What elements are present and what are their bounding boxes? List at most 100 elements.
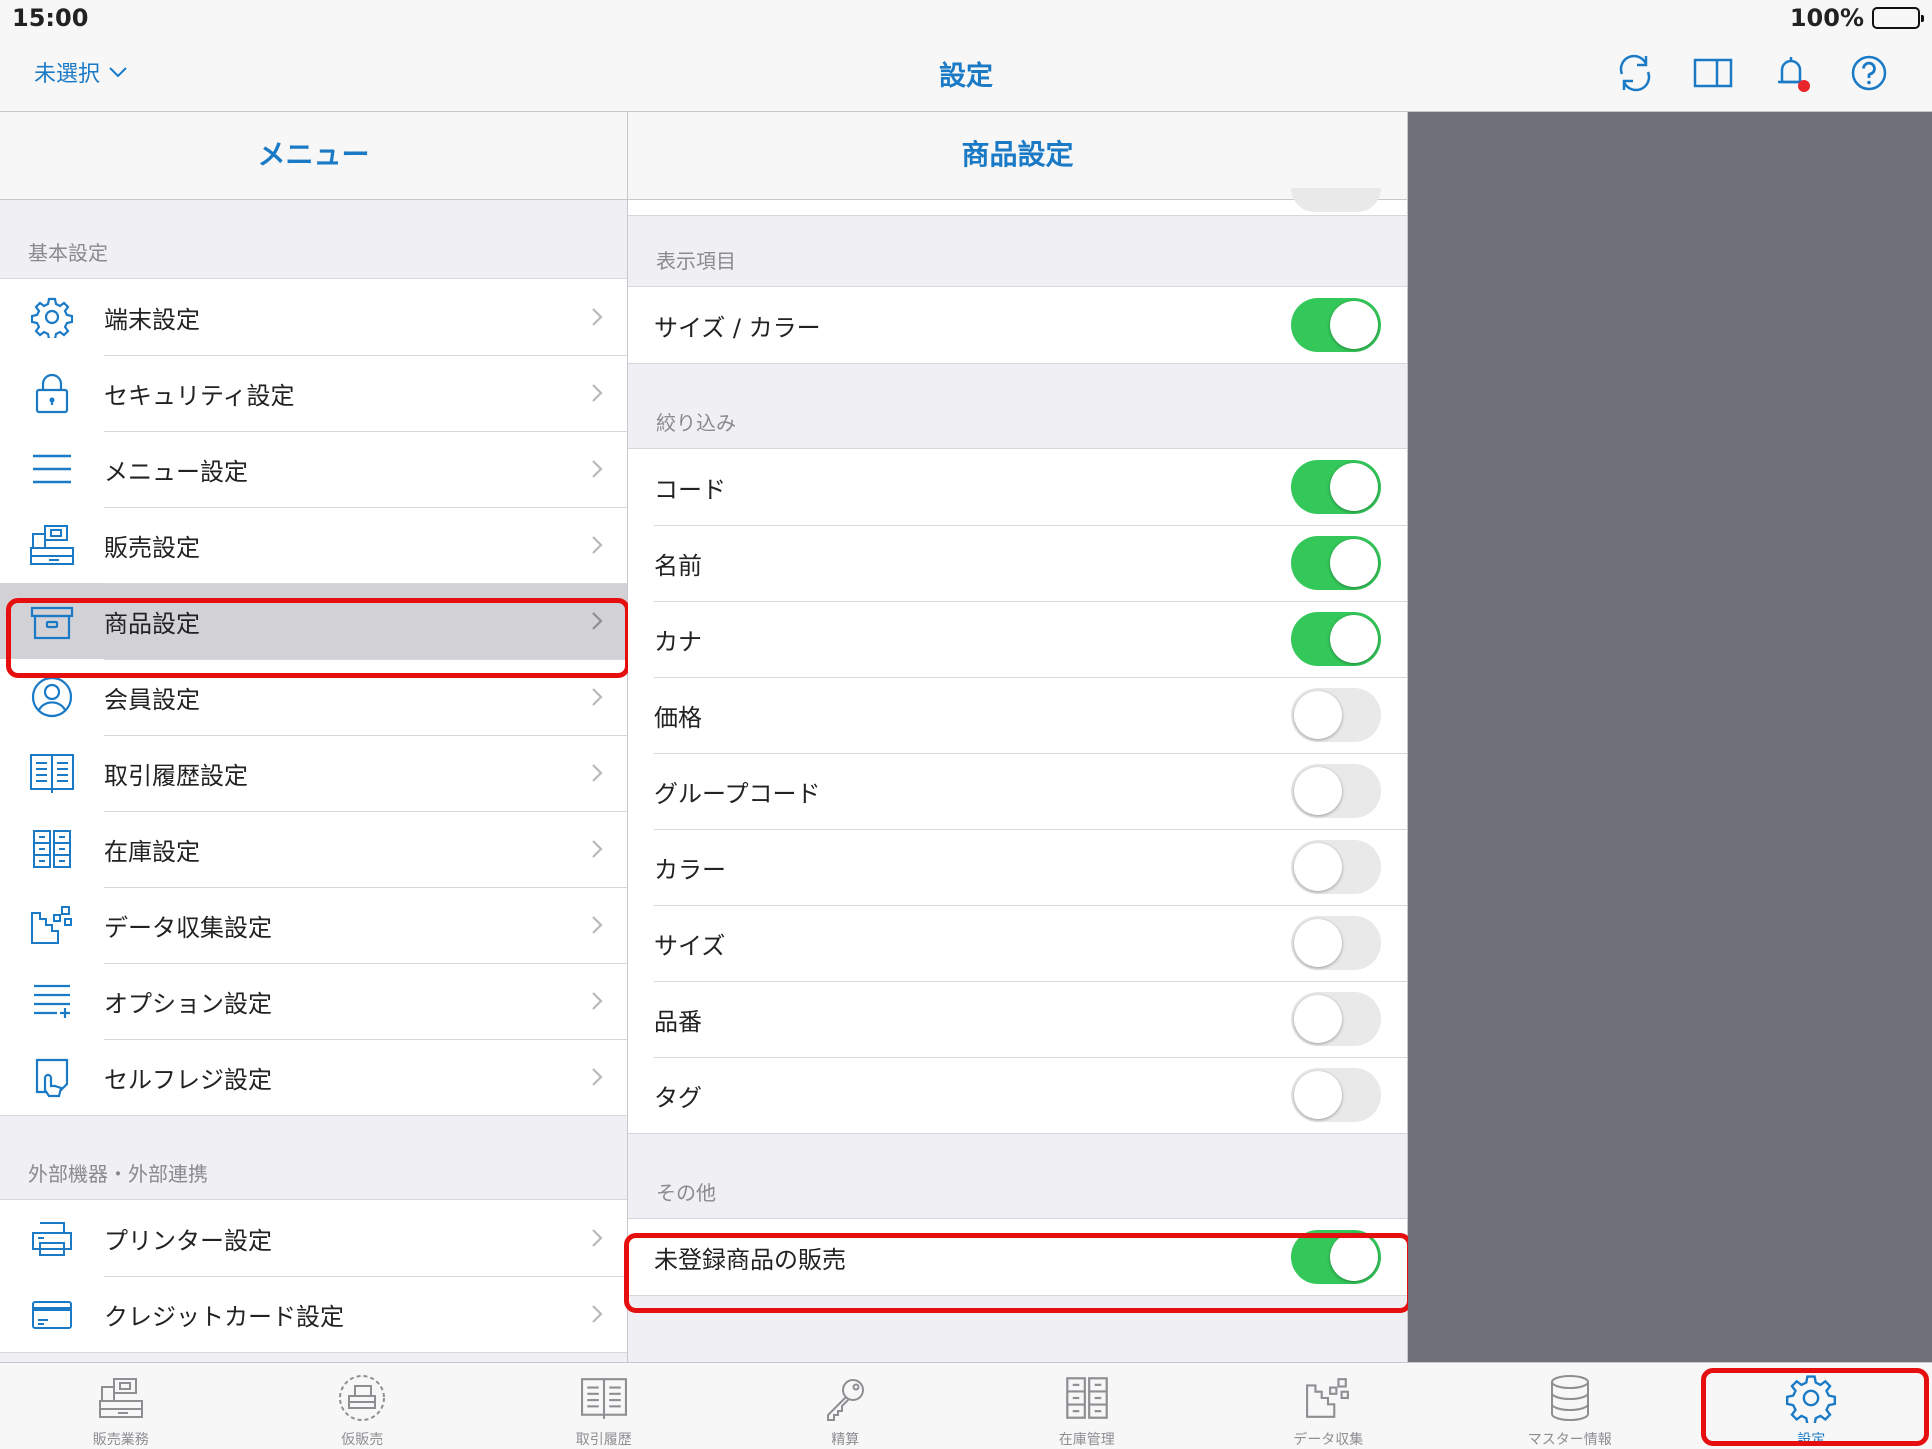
settings-group-filter: コード 名前 カナ 価格 グループコード カラー サイズ 品番 タグ — [628, 448, 1407, 1134]
product-settings-pane: 商品設定 表示項目 サイズ / カラー 絞り込み コード 名前 カナ 価格 グル… — [628, 112, 1408, 1362]
settings-group-other: 未登録商品の販売 — [628, 1218, 1407, 1296]
sidebar-item-label: 販売設定 — [104, 533, 200, 562]
setting-label: コード — [654, 475, 726, 504]
sidebar-item-menu[interactable]: メニュー設定 — [0, 431, 627, 507]
setting-price: 価格 — [628, 677, 1407, 753]
section-label-other: その他 — [656, 1181, 716, 1205]
chevron-right-icon — [592, 1068, 603, 1086]
tab-label: 設定 — [1797, 1432, 1826, 1448]
toggle-switch[interactable] — [1291, 298, 1381, 352]
sidebar-item-label: プリンター設定 — [104, 1226, 272, 1255]
chevron-down-icon — [109, 67, 127, 78]
chevron-right-icon — [592, 688, 603, 706]
store-selector[interactable]: 未選択 — [34, 56, 128, 88]
toggle-switch[interactable] — [1291, 612, 1381, 666]
notification-button[interactable] — [1770, 52, 1812, 94]
tab-inventory[interactable]: 在庫管理 — [966, 1363, 1208, 1449]
status-time: 15:00 — [12, 4, 89, 32]
setting-label: カラー — [654, 855, 726, 884]
toggle-switch[interactable] — [1291, 1068, 1381, 1122]
sidebar-item-terminal[interactable]: 端末設定 — [0, 279, 627, 355]
sidebar-item-printer[interactable]: プリンター設定 — [0, 1200, 627, 1276]
setting-label: カナ — [654, 627, 702, 656]
tab-settlement[interactable]: 精算 — [725, 1363, 967, 1449]
tab-temp-sale[interactable]: 仮販売 — [242, 1363, 484, 1449]
settings-group-display: サイズ / カラー — [628, 286, 1407, 364]
section-label-display: 表示項目 — [656, 249, 736, 273]
notification-dot — [1798, 80, 1810, 92]
toggle-switch[interactable] — [1291, 764, 1381, 818]
setting-name: 名前 — [628, 525, 1407, 601]
menu-group-basic: 端末設定 セキュリティ設定 メニュー設定 販売設定 商品設定 会員設定 取引履歴… — [0, 278, 627, 1116]
toggle-switch[interactable] — [1291, 840, 1381, 894]
tab-label: 取引履歴 — [575, 1432, 632, 1448]
sidebar-item-sales[interactable]: 販売設定 — [0, 507, 627, 583]
toggle-switch[interactable] — [1291, 460, 1381, 514]
setting-label: グループコード — [654, 779, 821, 808]
chevron-right-icon — [592, 840, 603, 858]
chevron-right-icon — [592, 764, 603, 782]
toggle-switch[interactable] — [1291, 916, 1381, 970]
book-icon — [580, 1378, 627, 1419]
sidebar-item-transaction-history[interactable]: 取引履歴設定 — [0, 735, 627, 811]
option-list-icon — [34, 984, 70, 1018]
chevron-right-icon — [592, 1229, 603, 1247]
sync-button[interactable] — [1614, 52, 1656, 94]
chevron-right-icon — [592, 916, 603, 934]
sidebar-item-label: 商品設定 — [104, 609, 200, 638]
tab-label: 在庫管理 — [1058, 1432, 1115, 1448]
tab-label: データ収集 — [1293, 1432, 1364, 1448]
sidebar-item-label: メニュー設定 — [104, 457, 248, 486]
setting-size-color: サイズ / カラー — [628, 287, 1407, 363]
sidebar-item-data-collection[interactable]: データ収集設定 — [0, 887, 627, 963]
sidebar-item-label: 端末設定 — [104, 305, 200, 334]
setting-label: サイズ / カラー — [654, 313, 821, 342]
battery-icon — [1872, 7, 1924, 29]
tab-settings[interactable]: 設定 — [1691, 1363, 1932, 1449]
printer-icon — [32, 1222, 72, 1256]
sidebar-item-option[interactable]: オプション設定 — [0, 963, 627, 1039]
section-label-external: 外部機器・外部連携 — [28, 1162, 208, 1186]
chevron-right-icon — [592, 384, 603, 402]
sidebar-item-credit-card[interactable]: クレジットカード設定 — [0, 1276, 627, 1352]
tab-master-info[interactable]: マスター情報 — [1449, 1363, 1691, 1449]
sidebar-item-label: 取引履歴設定 — [104, 761, 248, 790]
tab-sales[interactable]: 販売業務 — [0, 1363, 242, 1449]
sidebar-item-label: 会員設定 — [104, 685, 200, 714]
toggle-switch[interactable] — [1291, 992, 1381, 1046]
box-icon — [30, 606, 74, 640]
data-collection-icon — [31, 906, 72, 944]
section-label-basic: 基本設定 — [28, 241, 108, 265]
tab-transaction-history[interactable]: 取引履歴 — [483, 1363, 725, 1449]
chevron-right-icon — [592, 460, 603, 478]
gear-icon — [1786, 1375, 1837, 1423]
help-button[interactable] — [1848, 52, 1890, 94]
split-view-icon — [1693, 58, 1733, 88]
toggle-switch[interactable] — [1291, 688, 1381, 742]
sidebar-item-inventory[interactable]: 在庫設定 — [0, 811, 627, 887]
toggle-switch[interactable] — [1291, 1230, 1381, 1284]
sidebar-item-label: データ収集設定 — [104, 913, 272, 942]
sidebar-item-security[interactable]: セキュリティ設定 — [0, 355, 627, 431]
sidebar-item-label: クレジットカード設定 — [104, 1302, 344, 1331]
section-label-filter: 絞り込み — [656, 411, 736, 435]
nav-bar: 未選択 設定 — [0, 38, 1932, 112]
store-selector-label: 未選択 — [34, 62, 101, 87]
chevron-right-icon — [592, 308, 603, 326]
toggle-switch[interactable] — [1291, 536, 1381, 590]
sidebar-item-label: 在庫設定 — [104, 837, 200, 866]
battery-status: 100% — [1790, 4, 1924, 32]
menu-title: メニュー — [0, 112, 627, 200]
sidebar-item-self-register[interactable]: セルフレジ設定 — [0, 1039, 627, 1115]
sidebar-item-product[interactable]: 商品設定 — [0, 583, 627, 659]
tab-label: 仮販売 — [341, 1432, 384, 1448]
menu-group-external: プリンター設定 クレジットカード設定 — [0, 1199, 627, 1353]
chevron-right-icon — [592, 612, 603, 630]
menu-pane: メニュー 基本設定 端末設定 セキュリティ設定 メニュー設定 販売設定 商品設定 — [0, 112, 628, 1362]
sidebar-item-member[interactable]: 会員設定 — [0, 659, 627, 735]
split-view-button[interactable] — [1692, 52, 1734, 94]
tab-data-collection[interactable]: データ収集 — [1208, 1363, 1450, 1449]
sidebar-item-label: セルフレジ設定 — [104, 1065, 272, 1094]
setting-unregistered-sale: 未登録商品の販売 — [628, 1219, 1407, 1295]
help-icon — [1851, 55, 1887, 91]
